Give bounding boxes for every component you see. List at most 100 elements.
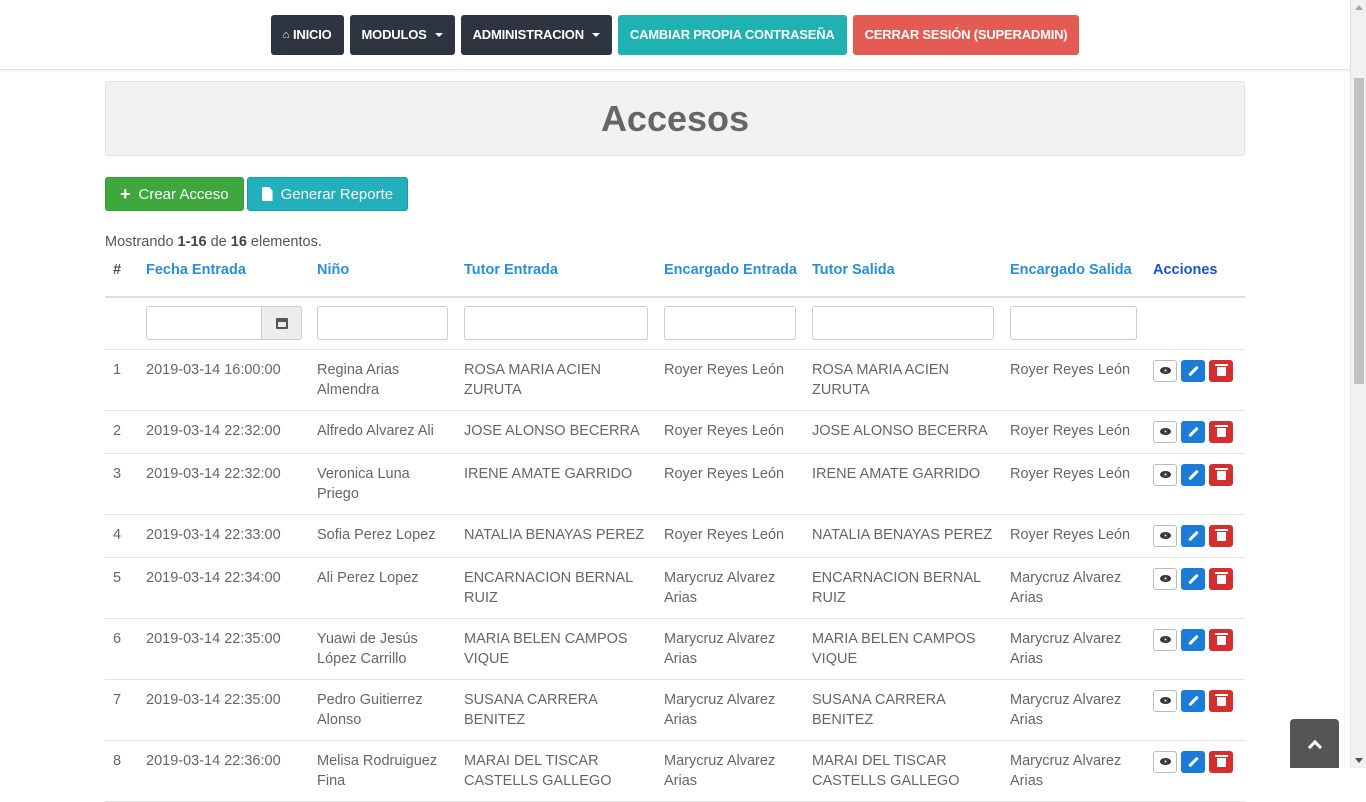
cell-nino: Melisa Rodruiguez Fina	[309, 740, 456, 802]
row-actions	[1153, 567, 1237, 590]
trash-icon	[1214, 633, 1228, 645]
cell-acciones	[1145, 453, 1245, 515]
view-button[interactable]	[1153, 359, 1177, 382]
column-header-fecha-entrada[interactable]: Fecha Entrada	[138, 257, 309, 298]
edit-button[interactable]	[1181, 463, 1205, 486]
view-button[interactable]	[1153, 420, 1177, 443]
create-access-label: Crear Acceso	[138, 185, 229, 203]
edit-button[interactable]	[1181, 567, 1205, 590]
encargado-entrada-filter-input[interactable]	[664, 306, 796, 341]
pencil-icon	[1187, 365, 1199, 376]
table-row: 8 2019-03-14 22:36:00 Melisa Rodruiguez Fi…	[105, 740, 1245, 802]
eye-icon	[1159, 636, 1171, 643]
nav-inicio-label: INICIO	[293, 27, 332, 42]
cell-fecha-entrada: 2019-03-14 22:35:00	[138, 679, 309, 741]
vertical-scrollbar[interactable]	[1350, 0, 1366, 768]
cell-tutor-salida: MARIA BELEN CAMPOS VIQUE	[804, 618, 1002, 680]
edit-button[interactable]	[1181, 359, 1205, 382]
scrollbar-thumb[interactable]	[1354, 78, 1364, 384]
plus-icon: +	[120, 184, 131, 204]
cell-encargado-salida: Marycruz Alvarez Arias	[1002, 557, 1145, 619]
cell-tutor-salida: JOSE ALONSO BECERRA	[804, 410, 1002, 454]
cell-tutor-salida: NATALIA BENAYAS PEREZ	[804, 514, 1002, 558]
view-button[interactable]	[1153, 524, 1177, 547]
column-header-encargado-salida[interactable]: Encargado Salida	[1002, 257, 1145, 298]
page-actions: + Crear Acceso Generar Reporte	[105, 177, 1245, 211]
row-actions	[1153, 750, 1237, 773]
nav-administracion-dropdown[interactable]: ADMINISTRACION	[460, 14, 612, 55]
change-password-label: CAMBIAR PROPIA CONTRASEÑA	[629, 27, 835, 42]
filter-cell-empty	[105, 297, 138, 350]
filter-cell-tutor-entrada	[456, 297, 656, 350]
chevron-up-icon	[1307, 739, 1322, 754]
cell-nino: Ali Perez Lopez	[309, 557, 456, 619]
delete-button[interactable]	[1209, 750, 1233, 773]
scroll-down-icon[interactable]	[1355, 758, 1363, 763]
row-actions	[1153, 524, 1237, 547]
tutor-salida-filter-input[interactable]	[812, 306, 994, 341]
create-access-button[interactable]: + Crear Acceso	[105, 177, 244, 211]
cell-fecha-entrada: 2019-03-14 22:32:00	[138, 453, 309, 515]
delete-button[interactable]	[1209, 628, 1233, 651]
nav-modulos-dropdown[interactable]: MODULOS	[349, 14, 455, 55]
trash-icon	[1214, 572, 1228, 584]
cell-index: 1	[105, 349, 138, 411]
edit-button[interactable]	[1181, 689, 1205, 712]
delete-button[interactable]	[1209, 689, 1233, 712]
delete-button[interactable]	[1209, 359, 1233, 382]
edit-button[interactable]	[1181, 524, 1205, 547]
edit-button[interactable]	[1181, 750, 1205, 773]
scroll-up-icon[interactable]	[1355, 5, 1363, 10]
eye-icon	[1159, 697, 1171, 704]
view-button[interactable]	[1153, 463, 1177, 486]
change-password-button[interactable]: CAMBIAR PROPIA CONTRASEÑA	[617, 14, 847, 55]
pencil-icon	[1187, 695, 1199, 706]
cell-index: 2	[105, 410, 138, 454]
column-header-index: #	[105, 257, 138, 298]
view-button[interactable]	[1153, 689, 1177, 712]
cell-acciones	[1145, 557, 1245, 619]
cell-tutor-salida: SUSANA CARRERA BENITEZ	[804, 679, 1002, 741]
cell-nino: Pedro Guitierrez Alonso	[309, 679, 456, 741]
table-row: 6 2019-03-14 22:35:00 Yuawi de Jesús López…	[105, 618, 1245, 680]
table-row: 3 2019-03-14 22:32:00 Veronica Luna Priego…	[105, 453, 1245, 515]
page-title-panel: Accesos	[105, 81, 1245, 156]
generate-report-button[interactable]: Generar Reporte	[246, 177, 409, 211]
eye-icon	[1159, 758, 1171, 765]
pencil-icon	[1187, 469, 1199, 480]
pencil-icon	[1187, 634, 1199, 645]
delete-button[interactable]	[1209, 420, 1233, 443]
view-button[interactable]	[1153, 567, 1177, 590]
results-summary: Mostrando 1-16 de 16 elementos.	[105, 234, 1245, 250]
cell-acciones	[1145, 410, 1245, 454]
fecha-entrada-filter-input[interactable]	[146, 306, 262, 341]
nav-inicio-button[interactable]: ⌂ INICIO	[270, 14, 344, 55]
calendar-button[interactable]	[262, 306, 302, 341]
cell-encargado-entrada: Marycruz Alvarez Arias	[656, 557, 804, 619]
delete-button[interactable]	[1209, 463, 1233, 486]
logout-button[interactable]: CERRAR SESIÓN (SUPERADMIN)	[852, 14, 1080, 55]
back-to-top-button[interactable]	[1290, 719, 1339, 768]
view-button[interactable]	[1153, 750, 1177, 773]
cell-encargado-entrada: Royer Reyes León	[656, 453, 804, 515]
view-button[interactable]	[1153, 628, 1177, 651]
cell-encargado-entrada: Marycruz Alvarez Arias	[656, 618, 804, 680]
column-header-tutor-salida[interactable]: Tutor Salida	[804, 257, 1002, 298]
edit-button[interactable]	[1181, 420, 1205, 443]
column-header-tutor-entrada[interactable]: Tutor Entrada	[456, 257, 656, 298]
cell-tutor-entrada: MARIA BELEN CAMPOS VIQUE	[456, 618, 656, 680]
cell-fecha-entrada: 2019-03-14 22:35:00	[138, 618, 309, 680]
column-header-nino[interactable]: Niño	[309, 257, 456, 298]
tutor-entrada-filter-input[interactable]	[464, 306, 648, 341]
cell-encargado-entrada: Royer Reyes León	[656, 349, 804, 411]
column-header-encargado-entrada[interactable]: Encargado Entrada	[656, 257, 804, 298]
nino-filter-input[interactable]	[317, 306, 448, 341]
pencil-icon	[1187, 573, 1199, 584]
cell-tutor-entrada: SUSANA CARRERA BENITEZ	[456, 679, 656, 741]
edit-button[interactable]	[1181, 628, 1205, 651]
delete-button[interactable]	[1209, 524, 1233, 547]
table-body: 1 2019-03-14 16:00:00 Regina Arias Almendr…	[105, 349, 1245, 802]
delete-button[interactable]	[1209, 567, 1233, 590]
table-row: 1 2019-03-14 16:00:00 Regina Arias Almendr…	[105, 349, 1245, 411]
encargado-salida-filter-input[interactable]	[1010, 306, 1137, 341]
